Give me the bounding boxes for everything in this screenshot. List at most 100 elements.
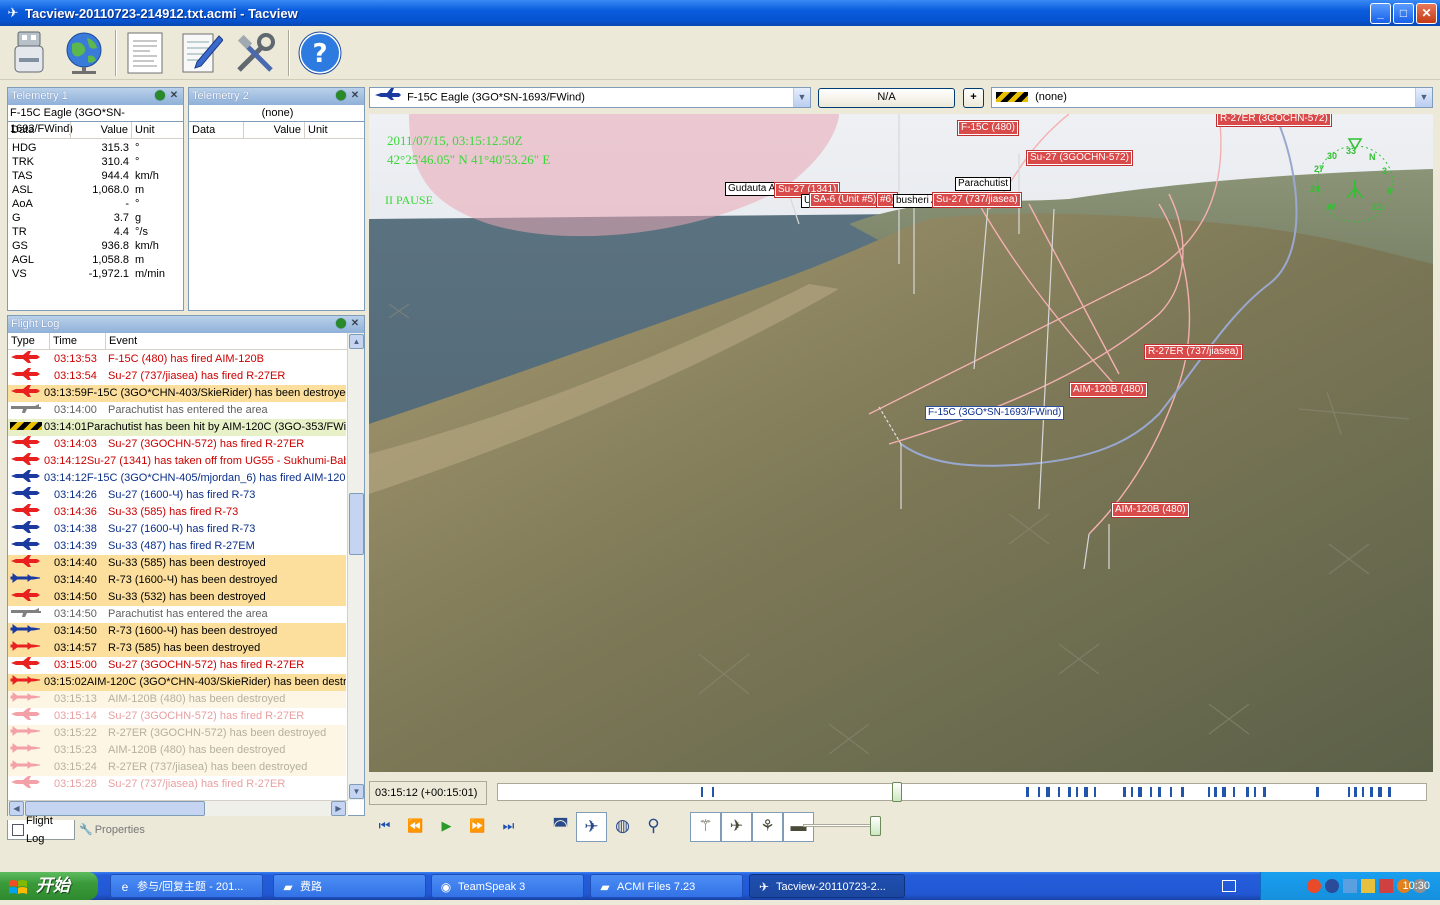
- scroll-left-icon[interactable]: ◀: [9, 801, 24, 816]
- object-combo[interactable]: F-15C Eagle (3GO*SN-1693/FWind) ▼: [369, 87, 811, 108]
- chevron-down-icon[interactable]: ▼: [1415, 88, 1432, 107]
- skip-start-icon[interactable]: ⏮: [369, 812, 400, 840]
- column-header[interactable]: Event: [106, 333, 348, 349]
- close-icon[interactable]: ✕: [349, 90, 361, 102]
- fast-forward-icon[interactable]: ⏩: [462, 812, 493, 840]
- add-button[interactable]: +: [963, 88, 984, 108]
- tab-properties[interactable]: 🔧 Properties: [75, 820, 155, 840]
- globe-network-icon[interactable]: [60, 29, 108, 77]
- object-label[interactable]: AIM-120B (480): [1070, 383, 1147, 397]
- taskbar-item[interactable]: ▰ ACMI Files 7.23: [590, 874, 743, 898]
- log-row[interactable]: 03:15:13 AIM-120B (480) has been destroy…: [8, 691, 346, 708]
- close-button[interactable]: ✕: [1416, 3, 1437, 24]
- network-icon[interactable]: [1325, 879, 1339, 893]
- log-row[interactable]: 03:15:00 Su-27 (3GOCHN-572) has fired R-…: [8, 657, 346, 674]
- taskbar-item[interactable]: ▰ 费路: [273, 874, 426, 898]
- taskbar-item[interactable]: ◉ TeamSpeak 3: [431, 874, 584, 898]
- log-row[interactable]: 03:13:54 Su-27 (737/jiasea) has fired R-…: [8, 368, 346, 385]
- log-row[interactable]: 03:15:24 R-27ER (737/jiasea) has been de…: [8, 759, 346, 776]
- object-label[interactable]: SA-6 (Unit #5): [810, 193, 880, 207]
- object-label[interactable]: F-15C (3GO*SN-1693/FWind): [925, 406, 1065, 420]
- telemetry-2-object[interactable]: (none): [189, 105, 364, 122]
- skip-end-icon[interactable]: ⏭: [493, 812, 524, 840]
- log-row[interactable]: 03:14:01 Parachutist has been hit by AIM…: [8, 419, 346, 436]
- tools-icon[interactable]: [232, 29, 280, 77]
- document-icon[interactable]: [121, 29, 169, 77]
- object-label[interactable]: R-27ER (737/jiasea): [1145, 345, 1242, 359]
- helicopter-filter-icon[interactable]: ⚘: [752, 812, 783, 842]
- object-label[interactable]: Gudauta A: [725, 182, 779, 196]
- notepad-edit-icon[interactable]: [177, 29, 225, 77]
- speed-slider-thumb[interactable]: [870, 816, 882, 836]
- log-row[interactable]: 03:14:12 Su-27 (1341) has taken off from…: [8, 453, 346, 470]
- flight-log-vscrollbar[interactable]: ▲ ▼: [347, 333, 364, 800]
- antenna-filter-icon[interactable]: ⚚: [690, 812, 721, 842]
- start-button[interactable]: 开始: [0, 872, 98, 900]
- log-row[interactable]: 03:14:40 R-73 (1600-Ч) has been destroye…: [8, 572, 346, 589]
- scroll-right-icon[interactable]: ▶: [331, 801, 346, 816]
- taskbar-item[interactable]: ✈ Tacview-20110723-2...: [749, 874, 905, 898]
- object-label[interactable]: Su-27 (737/jiasea): [933, 193, 1021, 207]
- open-usb-icon[interactable]: [5, 29, 53, 77]
- target-button[interactable]: N/A: [818, 88, 955, 108]
- log-row[interactable]: 03:15:02 AIM-120C (3GO*CHN-403/SkieRider…: [8, 674, 346, 691]
- second-object-combo[interactable]: (none) ▼: [991, 87, 1433, 108]
- pin-icon[interactable]: ⬤: [154, 90, 166, 102]
- column-header[interactable]: Value: [244, 122, 305, 138]
- close-icon[interactable]: ✕: [349, 318, 361, 330]
- close-icon[interactable]: ✕: [168, 90, 180, 102]
- timeline-thumb[interactable]: [892, 782, 903, 802]
- log-row[interactable]: 03:15:14 Su-27 (3GOCHN-572) has fired R-…: [8, 708, 346, 725]
- play-icon[interactable]: ▶: [431, 812, 462, 840]
- log-row[interactable]: 03:14:36 Su-33 (585) has fired R-73: [8, 504, 346, 521]
- log-row[interactable]: 03:14:26 Su-27 (1600-Ч) has fired R-73: [8, 487, 346, 504]
- column-header[interactable]: Data: [8, 122, 71, 138]
- log-row[interactable]: 03:14:57 R-73 (585) has been destroyed: [8, 640, 346, 657]
- log-row[interactable]: 03:14:50 Parachutist has entered the are…: [8, 606, 346, 623]
- taskbar-item[interactable]: e 参与/回复主题 - 201...: [110, 874, 263, 898]
- antivirus-icon[interactable]: [1379, 879, 1393, 893]
- scroll-up-icon[interactable]: ▲: [349, 334, 364, 349]
- scroll-thumb[interactable]: [349, 493, 364, 555]
- pin-icon[interactable]: ⬤: [335, 90, 347, 102]
- aircraft-filter-icon[interactable]: ✈: [721, 812, 752, 842]
- object-label[interactable]: F-15C (480): [958, 121, 1018, 135]
- log-row[interactable]: 03:15:23 AIM-120B (480) has been destroy…: [8, 742, 346, 759]
- log-row[interactable]: 03:15:22 R-27ER (3GOCHN-572) has been de…: [8, 725, 346, 742]
- binoculars-view-icon[interactable]: ⚲: [638, 812, 669, 842]
- scroll-down-icon[interactable]: ▼: [349, 784, 364, 799]
- log-row[interactable]: 03:15:28 Su-27 (737/jiasea) has fired R-…: [8, 776, 346, 791]
- column-header[interactable]: Time: [50, 333, 106, 349]
- 3d-viewport[interactable]: 2011/07/15, 03:15:12.50Z 42°25'46.05" N …: [369, 114, 1433, 772]
- chevron-down-icon[interactable]: ▼: [793, 88, 810, 107]
- log-row[interactable]: 03:14:12 F-15C (3GO*CHN-405/mjordan_6) h…: [8, 470, 346, 487]
- timeline-slider[interactable]: [497, 782, 1427, 802]
- object-label[interactable]: R-27ER (3GOCHN-572): [1217, 114, 1331, 126]
- log-row[interactable]: 03:14:39 Su-33 (487) has fired R-27EM: [8, 538, 346, 555]
- log-row[interactable]: 03:14:50 Su-33 (532) has been destroyed: [8, 589, 346, 606]
- qq-icon[interactable]: [1307, 879, 1321, 893]
- log-row[interactable]: 03:13:53 F-15C (480) has fired AIM-120B: [8, 351, 346, 368]
- external-view-icon[interactable]: ✈: [576, 812, 607, 842]
- warning-icon[interactable]: [1361, 879, 1375, 893]
- log-row[interactable]: 03:14:03 Su-27 (3GOCHN-572) has fired R-…: [8, 436, 346, 453]
- help-icon[interactable]: ?: [296, 29, 344, 77]
- rewind-icon[interactable]: ⏪: [400, 812, 431, 840]
- column-header[interactable]: Type: [8, 333, 50, 349]
- log-row[interactable]: 03:14:40 Su-33 (585) has been destroyed: [8, 555, 346, 572]
- flight-log-list[interactable]: 03:13:53 F-15C (480) has fired AIM-120B …: [8, 351, 346, 791]
- log-row[interactable]: 03:14:50 R-73 (1600-Ч) has been destroye…: [8, 623, 346, 640]
- column-header[interactable]: Unit: [305, 122, 356, 138]
- pin-icon[interactable]: ⬤: [335, 318, 347, 330]
- globe-view-icon[interactable]: ◍: [607, 812, 638, 842]
- display-icon[interactable]: [1343, 879, 1357, 893]
- object-label[interactable]: Parachutist: [955, 177, 1012, 191]
- log-row[interactable]: 03:13:59 F-15C (3GO*CHN-403/SkieRider) h…: [8, 385, 346, 402]
- tank-filter-icon[interactable]: ▬: [783, 812, 814, 842]
- cockpit-view-icon[interactable]: ◚: [545, 812, 576, 842]
- column-header[interactable]: Value: [71, 122, 132, 138]
- minimize-button[interactable]: _: [1370, 3, 1391, 24]
- tab-flight-log[interactable]: Flight Log: [7, 815, 75, 845]
- object-label[interactable]: Su-27 (3GOCHN-572): [1027, 151, 1132, 165]
- object-label[interactable]: AIM-120B (480): [1112, 503, 1189, 517]
